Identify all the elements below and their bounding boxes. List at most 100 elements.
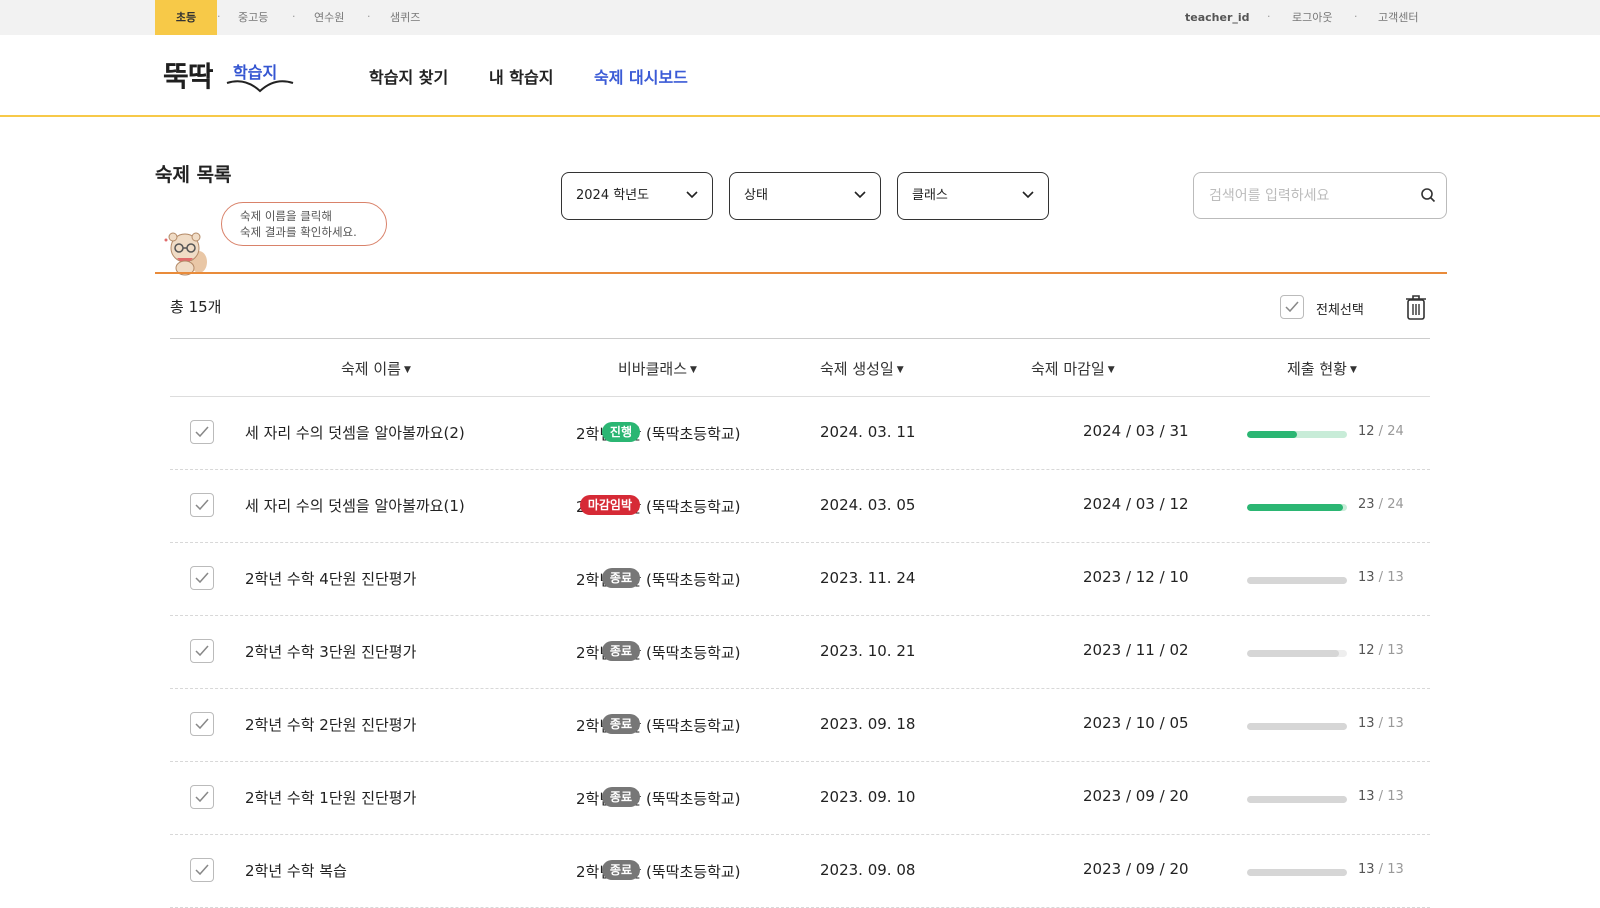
- separator-dot: ·: [1354, 10, 1358, 23]
- homework-name-link[interactable]: 2학년 수학 3단원 진단평가: [245, 641, 416, 662]
- count-separator: /: [1374, 789, 1388, 804]
- tab-middle-high[interactable]: 중고등: [238, 0, 268, 35]
- check-icon: [195, 791, 209, 803]
- row-checkbox[interactable]: [190, 785, 214, 809]
- row-checkbox[interactable]: [190, 420, 214, 444]
- status-badge: 마감임박: [579, 495, 640, 515]
- total-students: 13: [1387, 716, 1404, 731]
- submitted-count: 13: [1358, 716, 1375, 731]
- status-badge: 종료: [601, 860, 640, 880]
- submitted-count: 13: [1358, 570, 1375, 585]
- homework-name-link[interactable]: 2학년 수학 1단원 진단평가: [245, 787, 416, 808]
- submission-progress-bar: [1247, 796, 1347, 803]
- submission-progress-fill: [1247, 650, 1340, 657]
- due-date: 2023 / 11 / 02: [1083, 641, 1189, 659]
- submission-progress-bar: [1247, 504, 1347, 511]
- count-separator: /: [1374, 862, 1388, 877]
- top-utility-bar: 초등 · 중고등 · 연수원 · 샘퀴즈 teacher_id · 로그아웃 ·…: [0, 0, 1600, 35]
- nav-my-worksheet[interactable]: 내 학습지: [489, 64, 553, 88]
- tab-elementary[interactable]: 초등: [155, 0, 217, 35]
- year-select[interactable]: 2024 학년도: [561, 172, 713, 220]
- total-prefix: 총: [170, 298, 184, 316]
- created-date: 2024. 03. 05: [820, 496, 916, 514]
- due-date: 2023 / 10 / 05: [1083, 714, 1189, 732]
- count-separator: /: [1374, 570, 1388, 585]
- created-date: 2023. 09. 18: [820, 715, 916, 733]
- table-row[interactable]: 2학년 수학 3단원 진단평가 2학년 2반 (뚝딱초등학교) 2023. 10. …: [170, 616, 1430, 689]
- header-homework-name[interactable]: 숙제 이름 ▼: [341, 358, 411, 379]
- search-icon[interactable]: [1420, 187, 1436, 207]
- nav-homework-dashboard[interactable]: 숙제 대시보드: [594, 64, 688, 88]
- status-badge-wrap: 종료: [530, 859, 640, 880]
- class-select[interactable]: 클래스: [897, 172, 1049, 220]
- submission-progress-fill: [1247, 796, 1347, 803]
- site-logo[interactable]: 뚝딱 학습지: [163, 55, 294, 97]
- status-badge-wrap: 진행: [530, 421, 640, 442]
- separator-dot: ·: [292, 10, 296, 23]
- select-all-checkbox[interactable]: [1280, 295, 1304, 319]
- logout-link[interactable]: 로그아웃: [1292, 0, 1332, 35]
- section-divider: [155, 272, 1447, 274]
- trash-icon[interactable]: [1405, 294, 1427, 320]
- row-checkbox[interactable]: [190, 639, 214, 663]
- homework-name-link[interactable]: 2학년 수학 2단원 진단평가: [245, 714, 416, 735]
- status-select[interactable]: 상태: [729, 172, 881, 220]
- row-checkbox[interactable]: [190, 712, 214, 736]
- submitted-count: 23: [1358, 497, 1375, 512]
- separator-dot: ·: [1267, 10, 1271, 23]
- header-submission-status[interactable]: 제출 현황 ▼: [1287, 358, 1357, 379]
- table-row[interactable]: 2학년 수학 4단원 진단평가 2학년 2반 (뚝딱초등학교) 2023. 11. …: [170, 543, 1430, 616]
- header-created-date[interactable]: 숙제 생성일 ▼: [820, 358, 904, 379]
- customer-center-link[interactable]: 고객센터: [1378, 0, 1418, 35]
- submitted-count: 12: [1358, 424, 1375, 439]
- row-checkbox[interactable]: [190, 493, 214, 517]
- select-all[interactable]: 전체선택: [1280, 295, 1364, 321]
- homework-name-link[interactable]: 세 자리 수의 덧셈을 알아볼까요(2): [245, 422, 465, 443]
- status-badge-wrap: 마감임박: [530, 494, 640, 515]
- sort-triangle-icon: ▼: [690, 365, 697, 375]
- homework-name-link[interactable]: 2학년 수학 4단원 진단평가: [245, 568, 416, 589]
- homework-name-link[interactable]: 2학년 수학 복습: [245, 860, 347, 881]
- homework-name-link[interactable]: 세 자리 수의 덧셈을 알아볼까요(1): [245, 495, 465, 516]
- due-date: 2024 / 03 / 31: [1083, 422, 1189, 440]
- table-row[interactable]: 세 자리 수의 덧셈을 알아볼까요(1) 2학년 1반 (뚝딱초등학교) 2024.…: [170, 470, 1430, 543]
- submission-progress-bar: [1247, 869, 1347, 876]
- status-badge: 종료: [601, 787, 640, 807]
- header-viva-class[interactable]: 비바클래스 ▼: [618, 358, 697, 379]
- due-date: 2023 / 09 / 20: [1083, 860, 1189, 878]
- tip-line-1: 숙제 이름을 클릭해: [240, 209, 332, 223]
- created-date: 2024. 03. 11: [820, 423, 916, 441]
- search-input[interactable]: [1209, 183, 1409, 209]
- status-badge: 종료: [601, 568, 640, 588]
- status-badge-wrap: 종료: [530, 713, 640, 734]
- total-number: 15개: [188, 298, 222, 316]
- count-separator: /: [1374, 643, 1388, 658]
- table-row[interactable]: 2학년 수학 복습 2학년 2반 (뚝딱초등학교) 2023. 09. 08 종료 20…: [170, 835, 1430, 908]
- total-students: 13: [1387, 570, 1404, 585]
- tab-training-center[interactable]: 연수원: [314, 0, 344, 35]
- submission-count: 12 / 24: [1358, 424, 1404, 439]
- header-due-date[interactable]: 숙제 마감일 ▼: [1031, 358, 1115, 379]
- table-row[interactable]: 2학년 수학 2단원 진단평가 2학년 2반 (뚝딱초등학교) 2023. 09. …: [170, 689, 1430, 762]
- status-badge: 종료: [601, 641, 640, 661]
- select-all-label: 전체선택: [1316, 303, 1364, 318]
- row-checkbox[interactable]: [190, 858, 214, 882]
- submission-progress-bar: [1247, 577, 1347, 584]
- status-select-value: 상태: [744, 188, 768, 203]
- nav-find-worksheet[interactable]: 학습지 찾기: [369, 64, 448, 88]
- count-separator: /: [1374, 424, 1388, 439]
- check-icon: [1285, 301, 1299, 313]
- logo-text: 뚝딱: [163, 60, 214, 93]
- table-row[interactable]: 세 자리 수의 덧셈을 알아볼까요(2) 2학년 1반 (뚝딱초등학교) 2024.…: [170, 397, 1430, 470]
- submission-progress-bar: [1247, 723, 1347, 730]
- row-checkbox[interactable]: [190, 566, 214, 590]
- check-icon: [195, 645, 209, 657]
- submission-count: 13 / 13: [1358, 862, 1404, 877]
- table-row[interactable]: 2학년 수학 1단원 진단평가 2학년 2반 (뚝딱초등학교) 2023. 09. …: [170, 762, 1430, 835]
- main-nav: 뚝딱 학습지 학습지 찾기 내 학습지 숙제 대시보드: [0, 35, 1600, 117]
- submission-count: 13 / 13: [1358, 570, 1404, 585]
- submitted-count: 12: [1358, 643, 1375, 658]
- sort-triangle-icon: ▼: [896, 365, 904, 375]
- submission-count: 23 / 24: [1358, 497, 1404, 512]
- tab-saem-quiz[interactable]: 샘퀴즈: [390, 0, 420, 35]
